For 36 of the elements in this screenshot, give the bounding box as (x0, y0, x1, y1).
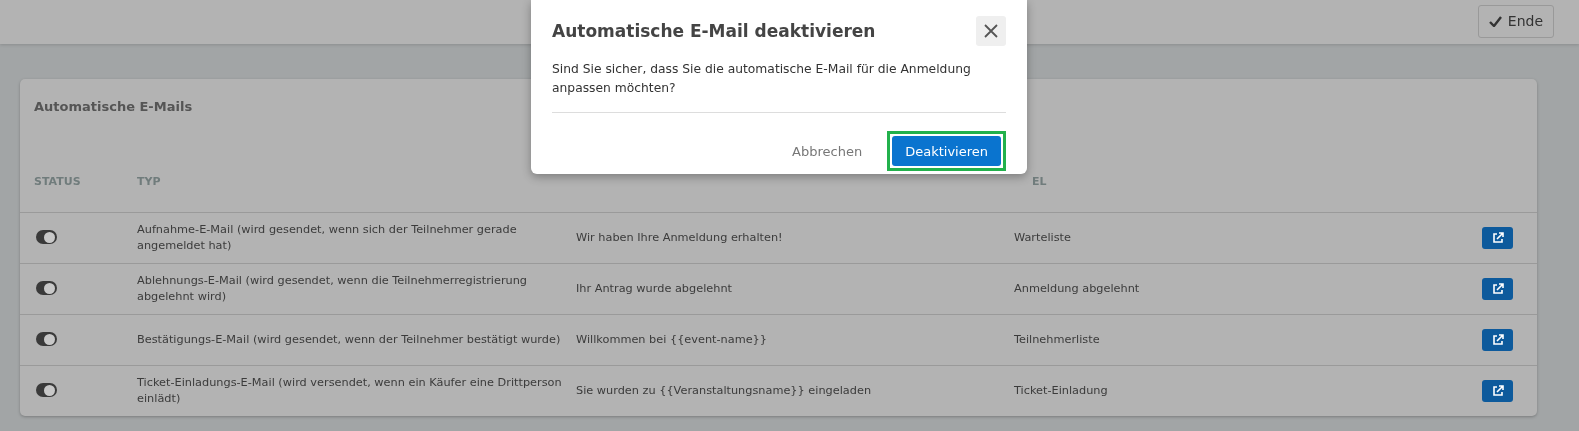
edit-button[interactable] (1482, 278, 1513, 300)
dialog-title: Automatische E-Mail deaktivieren (552, 21, 876, 41)
close-button[interactable] (976, 16, 1006, 46)
edit-button[interactable] (1482, 380, 1513, 402)
confirm-button[interactable]: Deaktivieren (892, 136, 1001, 166)
table-cell-text: Ticket-Einladungs-E-Mail (wird versendet, wenn ein Käufer eine Drittperson einlädt) (137, 375, 563, 407)
status-toggle[interactable] (36, 383, 57, 398)
column-header: STATUS (34, 174, 82, 188)
column-header: EL (1031, 174, 1048, 188)
table-cell-text: Aufnahme-E-Mail (wird gesendet, wenn sich der Teilnehmer gerade angemeldet hat) (137, 222, 518, 254)
status-toggle[interactable] (36, 281, 57, 296)
dialog-message: Sind Sie sicher, dass Sie die automatische E-Mail für die Anmeldung anpassen möchten? (552, 60, 1006, 113)
table-cell-text: Ablehnungs-E-Mail (wird gesendet, wenn die Teilnehmerregistrierung abgelehnt wird) (137, 273, 529, 305)
table-cell-text: Ihr Antrag wurde abgelehnt (576, 281, 733, 297)
table-cell-text: Wir haben Ihre Anmeldung erhalten! (576, 230, 784, 246)
status-toggle[interactable] (36, 332, 57, 347)
external-link-icon (1491, 385, 1504, 397)
table-cell-text: Sie wurden zu {{Veranstaltungsname}} eingeladen (576, 383, 873, 399)
table-cell-text: Bestätigungs-E-Mail (wird gesendet, wenn der Teilnehmer bestätigt wurde) (137, 332, 562, 348)
edit-button[interactable] (1482, 329, 1513, 351)
table-cell-text: Ticket-Einladung (1014, 383, 1109, 399)
column-header: TYP (137, 174, 162, 188)
table-cell-text: Willkommen bei {{event-name}} (576, 332, 768, 348)
table-cell-text: Anmeldung abgelehnt (1014, 281, 1141, 297)
done-button[interactable]: Ende (1477, 4, 1554, 38)
cancel-button[interactable]: Abbrechen (779, 136, 876, 166)
card-title: Automatische E-Mails (34, 99, 193, 114)
status-toggle[interactable] (36, 230, 57, 245)
edit-button[interactable] (1482, 227, 1513, 249)
close-icon (984, 24, 998, 38)
table-cell-text: Warteliste (1014, 230, 1072, 246)
table-cell-text: Teilnehmerliste (1014, 332, 1101, 348)
external-link-icon (1491, 283, 1504, 295)
check-icon (1488, 15, 1502, 27)
external-link-icon (1491, 334, 1504, 346)
external-link-icon (1491, 232, 1504, 244)
